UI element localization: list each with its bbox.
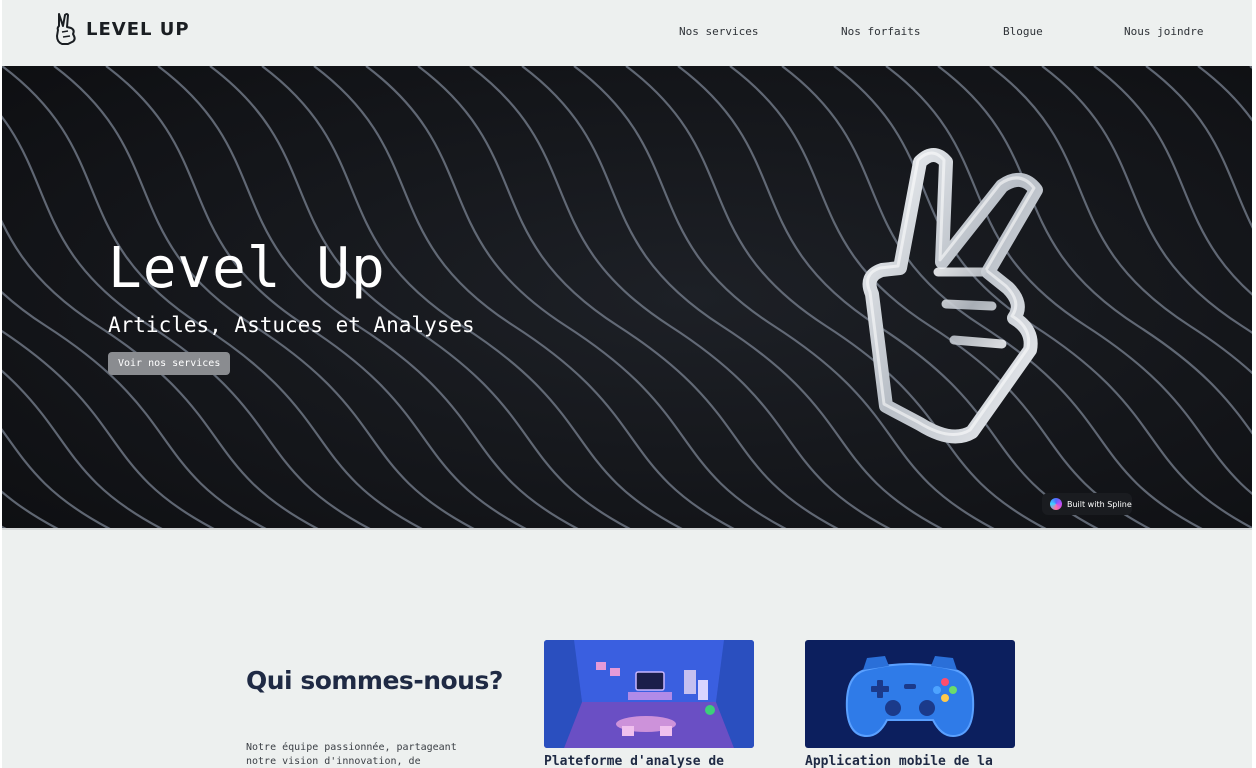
about-title: Qui sommes-nous? [246,666,503,695]
service-card-analytics[interactable]: Plateforme d'analyse de [544,640,754,768]
page: LEVEL UP Nos services Nos forfaits Blogu… [2,0,1252,768]
hero-section: Level Up Articles, Astuces et Analyses V… [2,66,1252,529]
hero-divider [2,528,1252,530]
3d-peace-hand-icon[interactable] [842,144,1062,444]
nav-link-blogue[interactable]: Blogue [1003,25,1043,38]
peace-hand-logo-icon [56,13,76,45]
card-title: Plateforme d'analyse de [544,754,725,768]
gamepad-illustration-icon [805,640,1015,748]
spline-logo-icon [1050,498,1062,510]
logo-link[interactable]: LEVEL UP [54,12,190,46]
spline-badge-label: Built with Spline [1067,499,1132,509]
gaming-room-illustration-icon [544,640,754,748]
nav-link-services[interactable]: Nos services [679,25,758,38]
hero-title: Level Up [108,236,386,301]
service-card-mobile-app[interactable]: Application mobile de la [805,640,1015,768]
built-with-spline-badge[interactable]: Built with Spline [1042,493,1132,515]
logo-text: LEVEL UP [86,18,190,40]
view-services-button[interactable]: Voir nos services [108,352,231,375]
card-title: Application mobile de la [805,754,993,768]
about-text: Notre équipe passionnée, partageant notr… [246,742,457,767]
hero-subtitle: Articles, Astuces et Analyses [108,313,475,337]
nav-link-contact[interactable]: Nous joindre [1124,25,1203,38]
nav-link-forfaits[interactable]: Nos forfaits [841,25,920,38]
site-header: LEVEL UP Nos services Nos forfaits Blogu… [2,0,1252,66]
